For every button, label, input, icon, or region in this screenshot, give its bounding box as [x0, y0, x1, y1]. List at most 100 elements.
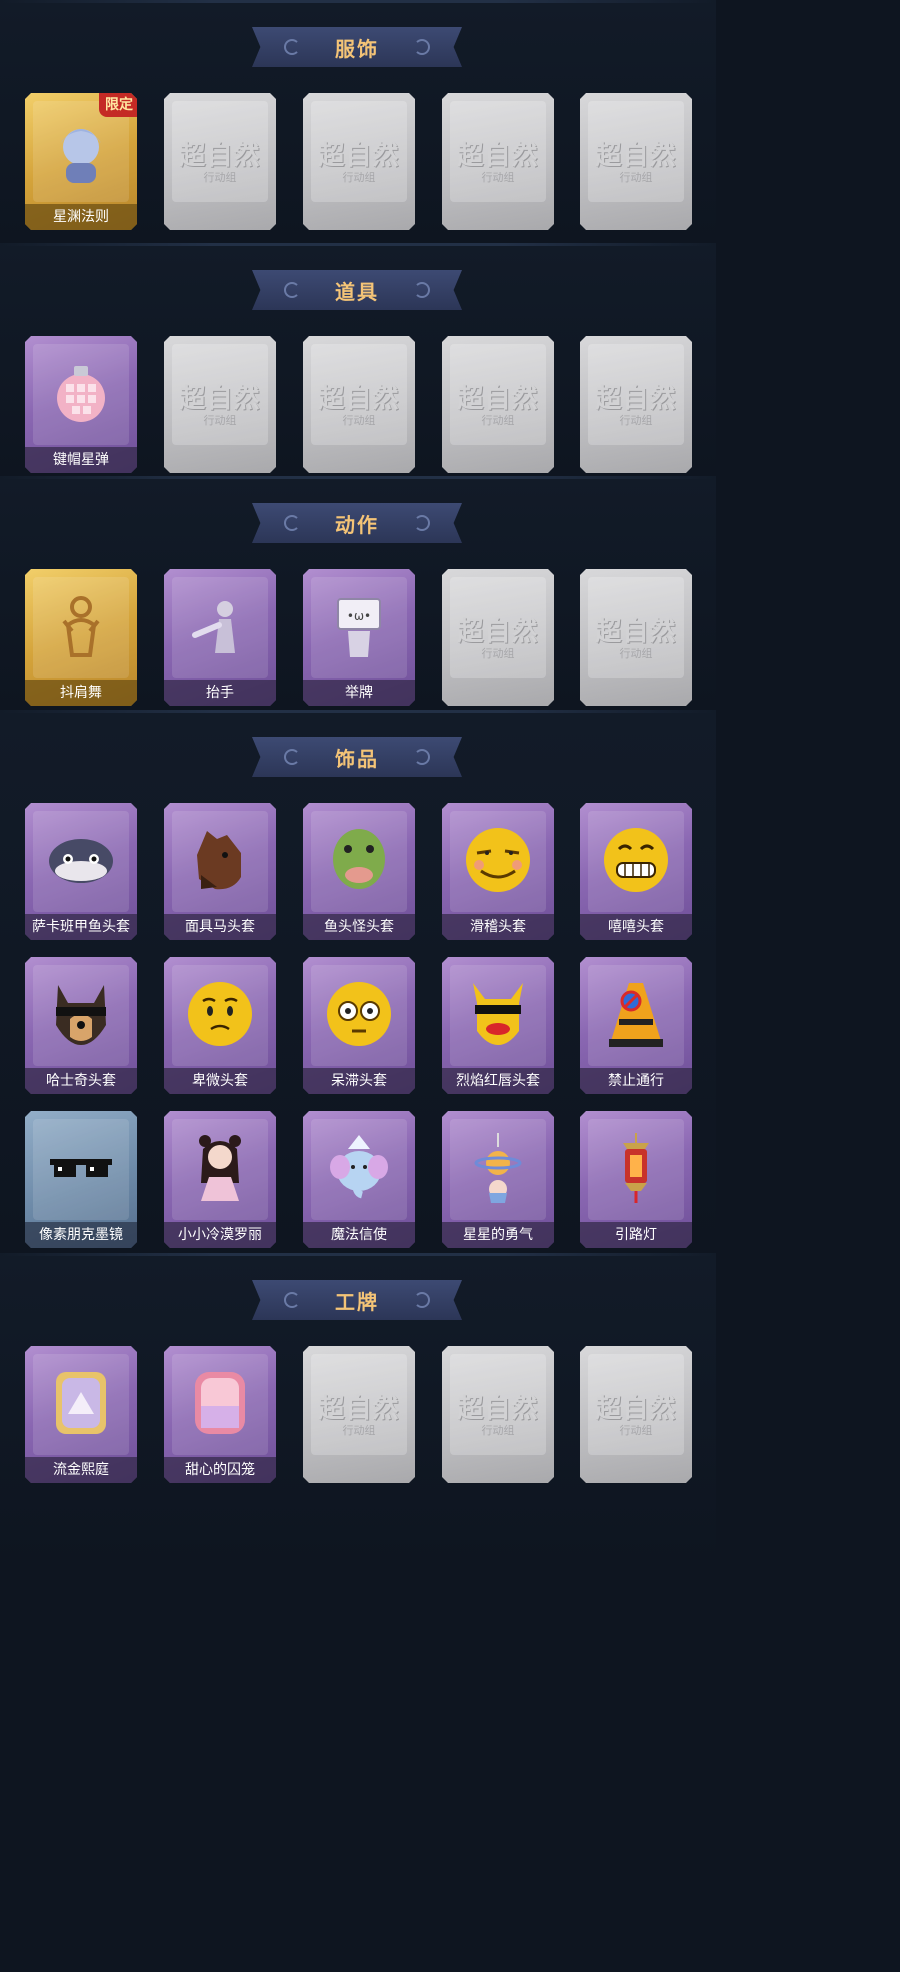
swirl-right-icon	[414, 39, 430, 55]
item-label: 魔法信使	[303, 1222, 415, 1248]
item-label: 键帽星弹	[25, 447, 137, 473]
placeholder-subtitle: 行动组	[342, 414, 376, 427]
item-card[interactable]: 烈焰红唇头套	[442, 957, 554, 1094]
swirl-left-icon	[284, 1292, 300, 1308]
section-4: 工牌 流金熙庭 甜心的囚笼 超自然 行动组 超自然 行动组 超自然 行动组	[0, 1253, 716, 1568]
item-label: 嘻嘻头套	[580, 914, 692, 940]
item-label: 流金熙庭	[25, 1457, 137, 1483]
placeholder-subtitle: 行动组	[203, 414, 237, 427]
horse-head-icon	[185, 825, 255, 895]
item-card[interactable]: 抬手	[164, 569, 276, 706]
placeholder-watermark: 超自然	[318, 1394, 400, 1424]
item-card[interactable]: 星星的勇气	[442, 1111, 554, 1248]
placeholder-watermark: 超自然	[179, 384, 261, 414]
item-card[interactable]: 魔法信使	[303, 1111, 415, 1248]
item-label: 鱼头怪头套	[303, 914, 415, 940]
section-title: 工牌	[335, 1289, 379, 1314]
empty-item-slot[interactable]: 超自然 行动组	[164, 93, 276, 230]
item-card[interactable]: 引路灯	[580, 1111, 692, 1248]
item-label: 萨卡班甲鱼头套	[25, 914, 137, 940]
placeholder-watermark: 超自然	[457, 1394, 539, 1424]
item-card[interactable]: 面具马头套	[164, 803, 276, 940]
fish-head-icon	[46, 825, 116, 895]
item-card[interactable]: 禁止通行	[580, 957, 692, 1094]
placeholder-subtitle: 行动组	[481, 1424, 515, 1437]
section-title: 道具	[335, 279, 379, 304]
empty-item-slot[interactable]: 超自然 行动组	[303, 336, 415, 473]
character-portrait-icon	[46, 115, 116, 185]
red-lips-head-icon	[463, 979, 533, 1049]
item-card[interactable]: 星渊法则 限定	[25, 93, 137, 230]
swirl-right-icon	[414, 749, 430, 765]
section-2: 动作 抖肩舞 抬手 •ω• 举牌 超自然 行动组 超自然 行动组	[0, 476, 716, 710]
item-label: 面具马头套	[164, 914, 276, 940]
item-card[interactable]: 像素朋克墨镜	[25, 1111, 137, 1248]
gold-frame-card-icon	[46, 1368, 116, 1438]
empty-item-slot[interactable]: 超自然 行动组	[580, 336, 692, 473]
section-banner: 道具	[252, 270, 462, 310]
swirl-left-icon	[284, 749, 300, 765]
empty-item-slot[interactable]: 超自然 行动组	[303, 93, 415, 230]
swirl-left-icon	[284, 515, 300, 531]
empty-item-slot[interactable]: 超自然 行动组	[442, 1346, 554, 1483]
item-card[interactable]: 卑微头套	[164, 957, 276, 1094]
placeholder-watermark: 超自然	[318, 384, 400, 414]
item-label: 抖肩舞	[25, 680, 137, 706]
swirl-left-icon	[284, 39, 300, 55]
placeholder-watermark: 超自然	[457, 617, 539, 647]
section-1: 道具 键帽星弹 超自然 行动组 超自然 行动组 超自然 行动组 超自然 行动组	[0, 243, 716, 476]
funny-face-icon	[463, 825, 533, 895]
empty-item-slot[interactable]: 超自然 行动组	[442, 336, 554, 473]
empty-item-slot[interactable]: 超自然 行动组	[580, 1346, 692, 1483]
swirl-left-icon	[284, 282, 300, 298]
raise-hand-icon	[185, 591, 255, 661]
placeholder-watermark: 超自然	[457, 384, 539, 414]
item-label: 禁止通行	[580, 1068, 692, 1094]
section-title: 动作	[335, 512, 379, 537]
empty-item-slot[interactable]: 超自然 行动组	[164, 336, 276, 473]
swirl-right-icon	[414, 1292, 430, 1308]
green-fish-head-icon	[324, 825, 394, 895]
humble-face-icon	[185, 979, 255, 1049]
item-card[interactable]: 滑稽头套	[442, 803, 554, 940]
item-card[interactable]: 键帽星弹	[25, 336, 137, 473]
item-label: 甜心的囚笼	[164, 1457, 276, 1483]
placeholder-subtitle: 行动组	[619, 414, 653, 427]
placeholder-watermark: 超自然	[595, 1394, 677, 1424]
placeholder-watermark: 超自然	[595, 384, 677, 414]
elephant-icon	[324, 1133, 394, 1203]
item-label: 星星的勇气	[442, 1222, 554, 1248]
item-label: 呆滞头套	[303, 1068, 415, 1094]
item-card[interactable]: •ω• 举牌	[303, 569, 415, 706]
item-card[interactable]: 鱼头怪头套	[303, 803, 415, 940]
grenade-icon	[46, 358, 116, 428]
item-label: 举牌	[303, 680, 415, 706]
section-3: 饰品 萨卡班甲鱼头套 面具马头套 鱼头怪头套 滑稽头套 嘻嘻头套 哈士奇头套 卑微头套 呆滞头套…	[0, 710, 716, 1253]
placeholder-watermark: 超自然	[595, 141, 677, 171]
item-card[interactable]: 抖肩舞	[25, 569, 137, 706]
item-label: 滑稽头套	[442, 914, 554, 940]
empty-item-slot[interactable]: 超自然 行动组	[442, 93, 554, 230]
empty-item-slot[interactable]: 超自然 行动组	[580, 569, 692, 706]
item-card[interactable]: 嘻嘻头套	[580, 803, 692, 940]
hold-sign-icon: •ω•	[324, 591, 394, 661]
section-0: 服饰 星渊法则 限定 超自然 行动组 超自然 行动组 超自然 行动组 超自然 行动组	[0, 0, 716, 243]
section-banner: 工牌	[252, 1280, 462, 1320]
empty-item-slot[interactable]: 超自然 行动组	[303, 1346, 415, 1483]
placeholder-subtitle: 行动组	[342, 1424, 376, 1437]
empty-item-slot[interactable]: 超自然 行动组	[580, 93, 692, 230]
placeholder-subtitle: 行动组	[481, 647, 515, 660]
item-card[interactable]: 萨卡班甲鱼头套	[25, 803, 137, 940]
empty-item-slot[interactable]: 超自然 行动组	[442, 569, 554, 706]
placeholder-subtitle: 行动组	[481, 171, 515, 184]
svg-text:•ω•: •ω•	[347, 609, 371, 623]
item-label: 烈焰红唇头套	[442, 1068, 554, 1094]
item-card[interactable]: 哈士奇头套	[25, 957, 137, 1094]
item-card[interactable]: 呆滞头套	[303, 957, 415, 1094]
item-card[interactable]: 小小冷漠罗丽	[164, 1111, 276, 1248]
item-card[interactable]: 甜心的囚笼	[164, 1346, 276, 1483]
dazed-face-icon	[324, 979, 394, 1049]
item-card[interactable]: 流金熙庭	[25, 1346, 137, 1483]
swirl-right-icon	[414, 515, 430, 531]
item-label: 像素朋克墨镜	[25, 1222, 137, 1248]
